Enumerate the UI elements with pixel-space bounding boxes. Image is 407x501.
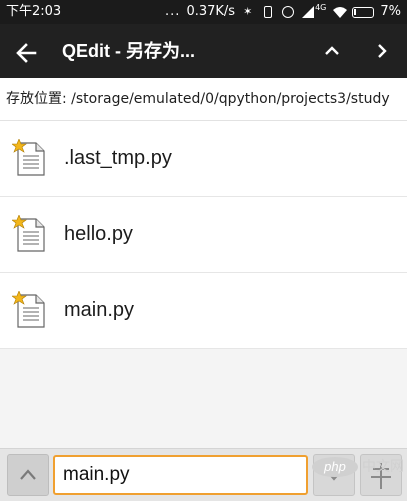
- arrow-left-icon: [16, 43, 37, 63]
- file-list-item[interactable]: hello.py: [0, 197, 407, 273]
- python-file-icon: [12, 215, 45, 252]
- battery-icon: [352, 6, 375, 18]
- cellular-signal-icon: [301, 5, 315, 19]
- status-bar: 下午2:03 ... 0.37K/s 4G 7%: [0, 0, 407, 24]
- chevron-down-icon: [326, 470, 342, 481]
- wifi-icon: [332, 5, 348, 19]
- filename-input[interactable]: [53, 455, 308, 495]
- parent-directory-button[interactable]: [312, 30, 352, 72]
- file-list-item[interactable]: .last_tmp.py: [0, 121, 407, 197]
- status-more-dots: ...: [165, 4, 181, 19]
- filename-bar: [0, 448, 407, 501]
- python-file-icon: [12, 139, 45, 176]
- save-location-bar: 存放位置: /storage/emulated/0/qpython/projec…: [0, 78, 407, 121]
- status-icons: ... 0.37K/s 4G 7%: [165, 0, 401, 24]
- alarm-icon: [281, 5, 295, 19]
- history-down-button[interactable]: [313, 454, 355, 496]
- file-name: main.py: [64, 299, 135, 321]
- chevron-up-icon: [325, 46, 339, 55]
- app-toolbar: QEdit - 另存为...: [0, 24, 407, 78]
- file-list: .last_tmp.py hello.py main.py: [0, 121, 407, 349]
- vibrate-icon: [261, 5, 275, 19]
- status-time: 下午2:03: [6, 4, 62, 19]
- history-up-button[interactable]: [7, 454, 49, 496]
- bluetooth-icon: [241, 0, 255, 24]
- forward-button[interactable]: [362, 30, 402, 72]
- network-type-label: 4G: [315, 3, 327, 12]
- file-name: .last_tmp.py: [64, 147, 172, 169]
- file-name: hello.py: [64, 223, 133, 245]
- confirm-icon: [371, 463, 391, 489]
- chevron-up-icon: [20, 469, 36, 480]
- page-title: QEdit - 另存为...: [62, 41, 195, 61]
- back-button[interactable]: [6, 30, 46, 72]
- save-location-path: 存放位置: /storage/emulated/0/qpython/projec…: [6, 91, 390, 107]
- python-file-icon: [12, 291, 45, 328]
- file-list-item[interactable]: main.py: [0, 273, 407, 349]
- chevron-right-icon: [378, 44, 387, 58]
- network-speed: 0.37K/s: [186, 4, 236, 19]
- battery-percent: 7%: [380, 4, 401, 19]
- save-confirm-button[interactable]: [360, 454, 402, 496]
